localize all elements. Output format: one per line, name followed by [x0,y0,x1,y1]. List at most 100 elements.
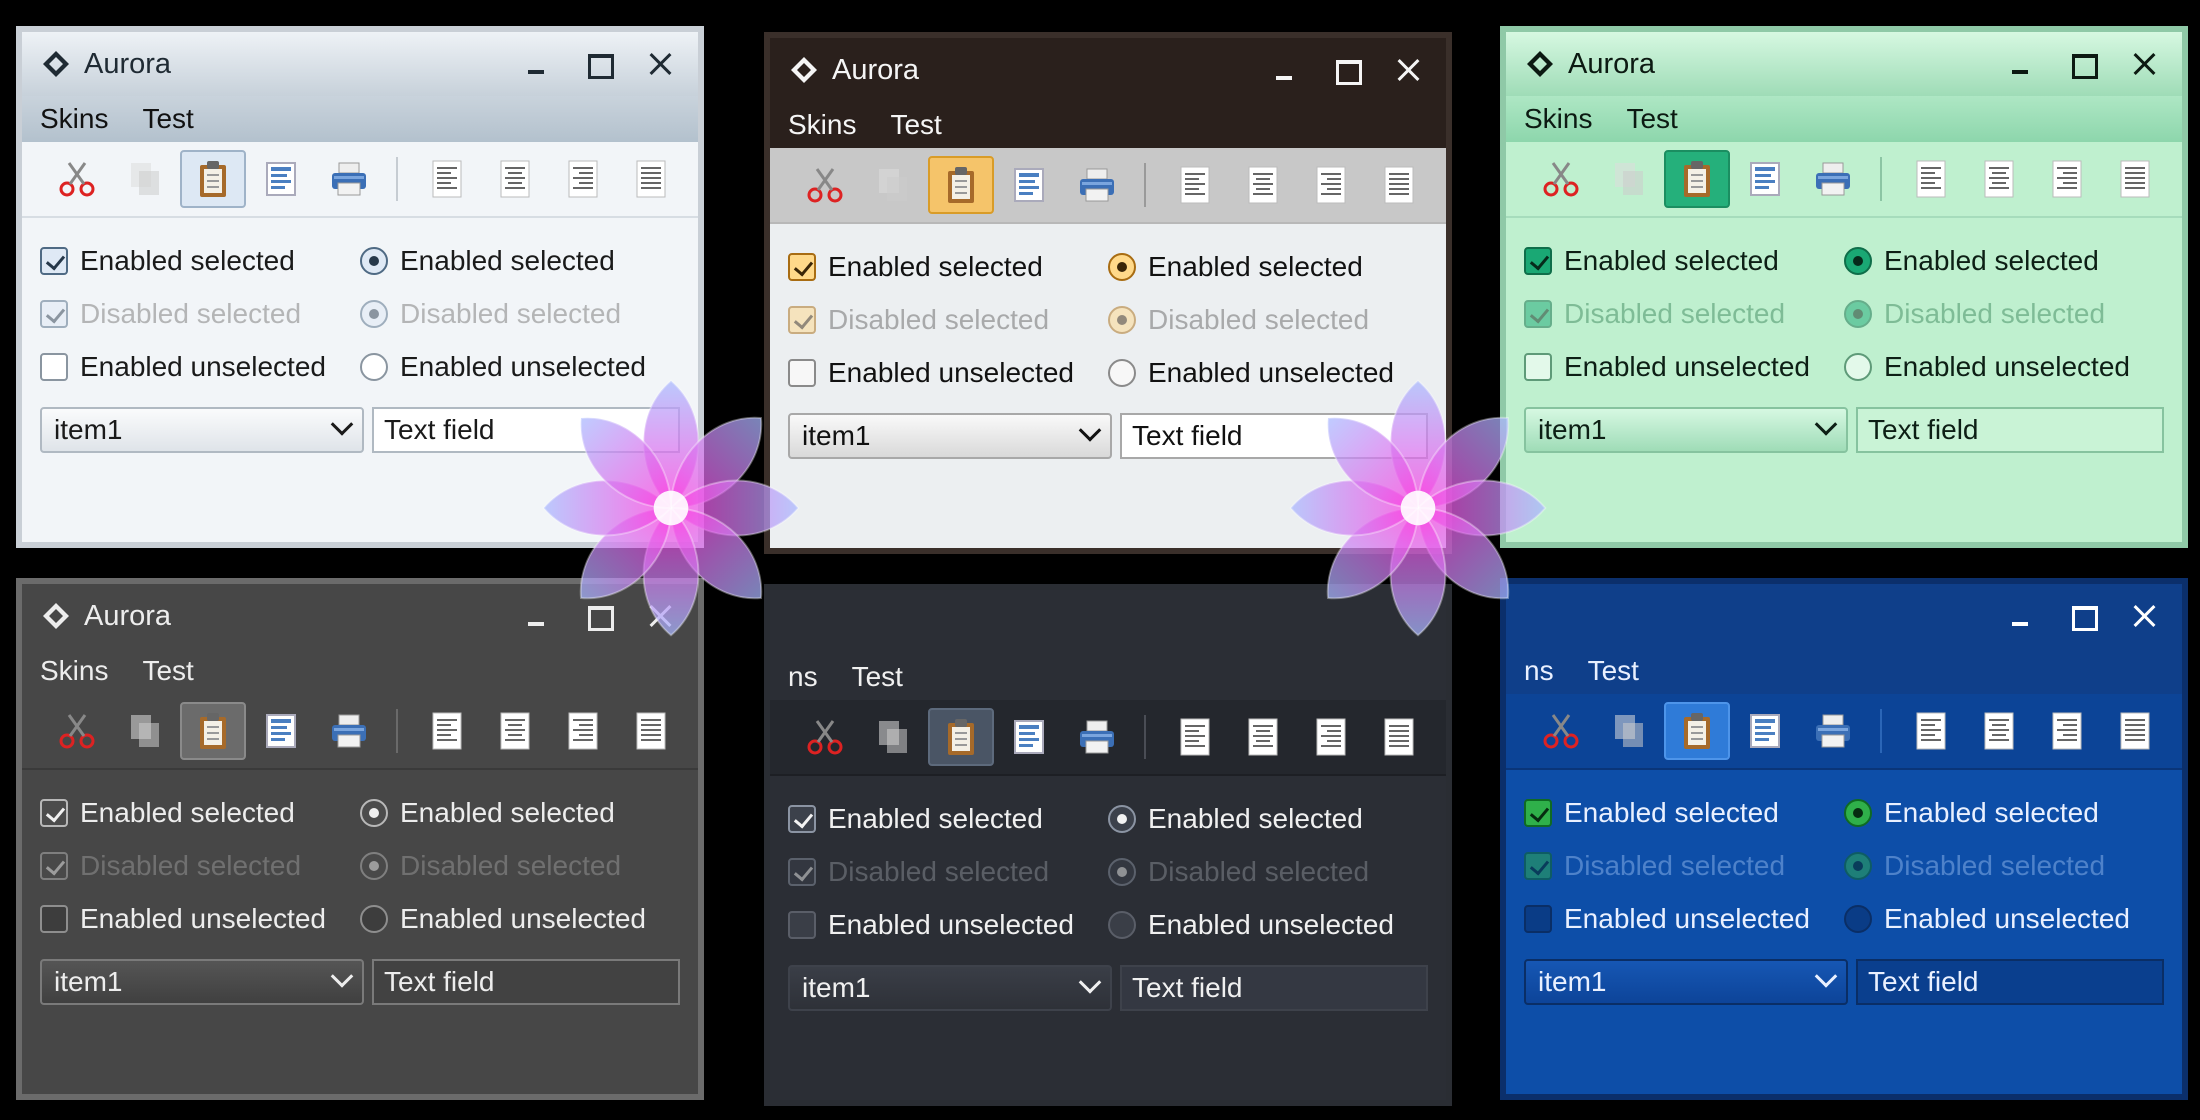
checkbox[interactable] [788,804,816,833]
cut-button[interactable] [792,156,858,214]
close-button[interactable] [640,44,680,84]
checkbox[interactable] [40,904,68,933]
checkbox[interactable] [788,252,816,281]
menu-skins[interactable]: ns [1524,655,1554,687]
edit-button[interactable] [996,708,1062,766]
align-left-button[interactable] [414,702,480,760]
copy-button[interactable] [112,150,178,208]
paste-button[interactable] [1664,150,1730,208]
menu-skins[interactable]: Skins [1524,103,1592,135]
title-bar[interactable]: Aurora [770,38,1446,102]
radio[interactable] [1844,798,1872,827]
radio[interactable] [360,798,388,827]
edit-button[interactable] [1732,150,1798,208]
radio[interactable] [1108,804,1136,833]
title-bar[interactable]: Aurora [1506,32,2182,96]
cut-button[interactable] [1528,702,1594,760]
radio-enabled-selected[interactable]: Enabled selected [1844,797,2164,829]
text-field[interactable]: Text field [1856,959,2164,1005]
checkbox[interactable] [1524,904,1552,933]
radio-enabled-unselected[interactable]: Enabled unselected [360,903,680,935]
radio-enabled-selected[interactable]: Enabled selected [1108,803,1428,835]
align-justify-button[interactable] [618,702,684,760]
align-justify-button[interactable] [1366,156,1432,214]
menu-test[interactable]: Test [852,661,903,693]
menu-test[interactable]: Test [1588,655,1639,687]
checkbox-enabled-unselected[interactable]: Enabled unselected [40,351,360,383]
combo-box[interactable]: item1 [1524,959,1848,1005]
copy-button[interactable] [112,702,178,760]
checkbox-enabled-unselected[interactable]: Enabled unselected [788,909,1108,941]
edit-button[interactable] [248,702,314,760]
maximize-button[interactable] [2062,44,2102,84]
copy-button[interactable] [860,156,926,214]
minimize-button[interactable] [1264,50,1304,90]
maximize-button[interactable] [2062,596,2102,636]
menu-skins[interactable]: ns [788,661,818,693]
radio[interactable] [1844,904,1872,933]
paste-button[interactable] [928,708,994,766]
edit-button[interactable] [1732,702,1798,760]
align-left-button[interactable] [1162,156,1228,214]
combo-box[interactable]: item1 [788,413,1112,459]
checkbox[interactable] [788,910,816,939]
menu-skins[interactable]: Skins [40,103,108,135]
print-button[interactable] [316,150,382,208]
radio-enabled-selected[interactable]: Enabled selected [360,797,680,829]
cut-button[interactable] [792,708,858,766]
menu-test[interactable]: Test [142,655,193,687]
align-right-button[interactable] [2034,702,2100,760]
checkbox-enabled-selected[interactable]: Enabled selected [40,797,360,829]
align-right-button[interactable] [550,702,616,760]
checkbox-enabled-selected[interactable]: Enabled selected [1524,797,1844,829]
align-center-button[interactable] [1966,150,2032,208]
print-button[interactable] [1800,150,1866,208]
minimize-button[interactable] [2000,44,2040,84]
checkbox-enabled-selected[interactable]: Enabled selected [788,803,1108,835]
radio[interactable] [360,904,388,933]
menu-skins[interactable]: Skins [788,109,856,141]
maximize-button[interactable] [1326,50,1366,90]
radio[interactable] [1108,358,1136,387]
print-button[interactable] [1064,708,1130,766]
close-button[interactable] [1388,50,1428,90]
print-button[interactable] [1800,702,1866,760]
radio[interactable] [1108,910,1136,939]
paste-button[interactable] [180,150,246,208]
paste-button[interactable] [180,702,246,760]
combo-box[interactable]: item1 [788,965,1112,1011]
checkbox[interactable] [40,246,68,275]
menu-test[interactable]: Test [890,109,941,141]
cut-button[interactable] [44,702,110,760]
align-left-button[interactable] [1898,150,1964,208]
radio[interactable] [360,352,388,381]
checkbox-enabled-unselected[interactable]: Enabled unselected [40,903,360,935]
radio[interactable] [360,246,388,275]
align-center-button[interactable] [482,150,548,208]
title-bar[interactable] [1506,584,2182,648]
copy-button[interactable] [860,708,926,766]
checkbox[interactable] [40,798,68,827]
copy-button[interactable] [1596,702,1662,760]
checkbox[interactable] [1524,246,1552,275]
align-center-button[interactable] [1230,156,1296,214]
align-justify-button[interactable] [1366,708,1432,766]
cut-button[interactable] [1528,150,1594,208]
combo-box[interactable]: item1 [40,407,364,453]
align-right-button[interactable] [550,150,616,208]
text-field[interactable]: Text field [372,959,680,1005]
align-right-button[interactable] [1298,156,1364,214]
paste-button[interactable] [1664,702,1730,760]
combo-box[interactable]: item1 [1524,407,1848,453]
align-center-button[interactable] [1230,708,1296,766]
maximize-button[interactable] [578,44,618,84]
radio[interactable] [1844,246,1872,275]
radio-enabled-unselected[interactable]: Enabled unselected [1844,351,2164,383]
radio[interactable] [1844,352,1872,381]
copy-button[interactable] [1596,150,1662,208]
align-justify-button[interactable] [2102,702,2168,760]
align-center-button[interactable] [482,702,548,760]
checkbox-enabled-unselected[interactable]: Enabled unselected [1524,351,1844,383]
checkbox-enabled-selected[interactable]: Enabled selected [788,251,1108,283]
close-button[interactable] [2124,596,2164,636]
